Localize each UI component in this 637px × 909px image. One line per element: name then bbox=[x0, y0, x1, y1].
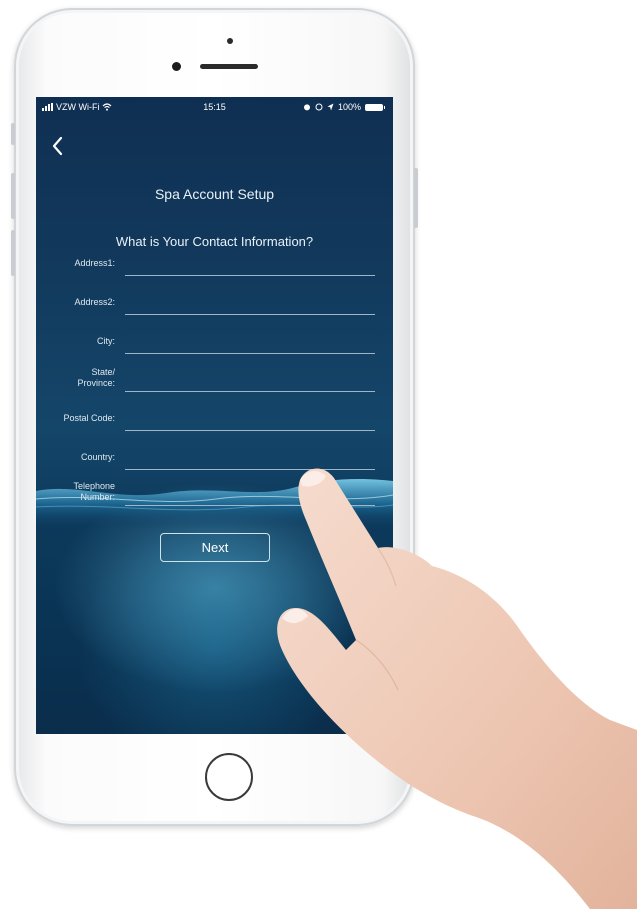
volume-down-button bbox=[11, 230, 15, 276]
next-button[interactable]: Next bbox=[160, 533, 270, 562]
front-camera bbox=[172, 62, 181, 71]
state-label-line2: Province: bbox=[77, 378, 115, 388]
power-button bbox=[414, 168, 418, 228]
page-title: Spa Account Setup bbox=[154, 186, 275, 202]
proximity-sensor bbox=[227, 38, 233, 44]
address1-input[interactable] bbox=[125, 275, 375, 276]
address2-label: Address2: bbox=[74, 297, 115, 307]
state-province-input[interactable] bbox=[125, 391, 375, 392]
address1-label: Address1: bbox=[74, 258, 115, 268]
orientation-lock-icon bbox=[315, 103, 323, 111]
telephone-label-line1: Telephone bbox=[73, 481, 115, 491]
battery-percent: 100% bbox=[337, 102, 361, 112]
volume-up-button bbox=[11, 173, 15, 219]
alarm-icon bbox=[303, 104, 310, 111]
app-screen: VZW Wi-Fi 15:15 100% Spa Account Setup W… bbox=[36, 97, 393, 734]
state-label-line1: State/ bbox=[91, 367, 115, 377]
mute-switch bbox=[11, 123, 15, 145]
battery-icon bbox=[365, 103, 385, 111]
telephone-input[interactable] bbox=[125, 505, 375, 506]
postal-code-input[interactable] bbox=[125, 430, 375, 431]
telephone-label-line2: Number: bbox=[80, 492, 115, 502]
city-input[interactable] bbox=[125, 353, 375, 354]
city-label: City: bbox=[97, 336, 115, 346]
address2-input[interactable] bbox=[125, 314, 375, 315]
postal-code-label: Postal Code: bbox=[63, 413, 115, 423]
back-chevron-icon[interactable] bbox=[50, 135, 66, 157]
status-bar: VZW Wi-Fi 15:15 100% bbox=[36, 97, 393, 117]
location-icon bbox=[327, 103, 334, 111]
earpiece-speaker bbox=[200, 64, 258, 69]
page-subtitle: What is Your Contact Information? bbox=[115, 234, 314, 249]
home-button[interactable] bbox=[205, 753, 253, 801]
country-label: Country: bbox=[80, 452, 115, 462]
